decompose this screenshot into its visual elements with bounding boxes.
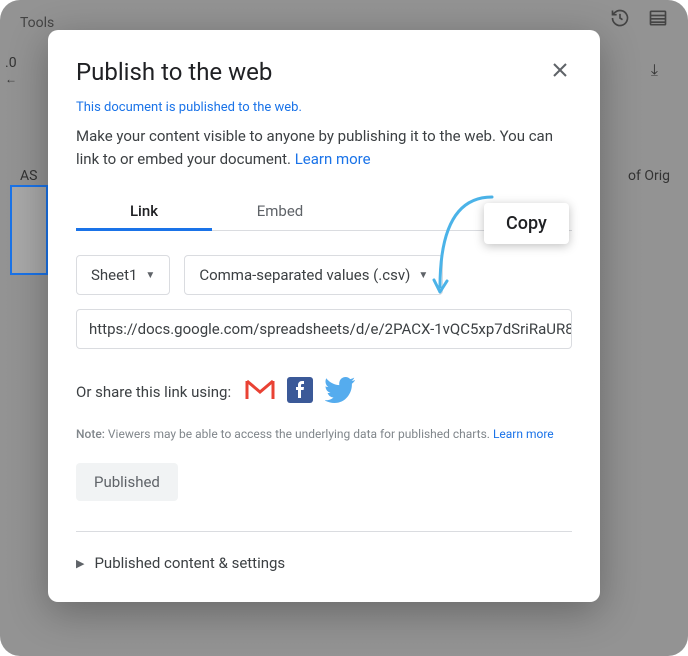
expand-caret-icon: ▶	[76, 557, 84, 570]
menu-tools[interactable]: Tools	[20, 15, 54, 31]
publish-dialog: Publish to the web This document is publ…	[48, 30, 600, 602]
dialog-title: Publish to the web	[76, 58, 272, 86]
dialog-description: Make your content visible to anyone by p…	[76, 125, 572, 170]
expander-label: Published content & settings	[94, 554, 285, 572]
column-header-right: of Orig	[628, 168, 670, 184]
divider	[76, 531, 572, 532]
sheet-dropdown-label: Sheet1	[91, 266, 137, 284]
chevron-down-icon: ▼	[418, 270, 428, 281]
published-settings-expander[interactable]: ▶ Published content & settings	[76, 554, 572, 582]
column-header-left: AS	[20, 168, 37, 184]
gmail-icon[interactable]	[245, 379, 275, 405]
format-dropdown[interactable]: Comma-separated values (.csv) ▼	[184, 255, 443, 295]
selected-cell-outline	[10, 185, 48, 275]
facebook-icon[interactable]	[287, 377, 313, 407]
download-icon[interactable]: ⤓	[651, 60, 658, 80]
tab-embed[interactable]: Embed	[212, 192, 348, 230]
format-decimal[interactable]: .0 ←	[5, 55, 17, 87]
note-text: Note: Viewers may be able to access the …	[76, 427, 572, 441]
close-button[interactable]	[548, 58, 572, 82]
share-label: Or share this link using:	[76, 383, 231, 401]
list-icon[interactable]	[648, 8, 668, 32]
toolbar-right-icons	[610, 8, 668, 32]
chevron-down-icon: ▼	[145, 270, 155, 281]
learn-more-link[interactable]: Learn more	[295, 150, 371, 168]
close-icon	[553, 63, 567, 77]
published-notice: This document is published to the web.	[76, 100, 572, 115]
tab-link[interactable]: Link	[76, 192, 212, 230]
history-icon[interactable]	[610, 8, 630, 32]
twitter-icon[interactable]	[325, 377, 355, 407]
sheet-dropdown[interactable]: Sheet1 ▼	[76, 255, 170, 295]
copy-callout: Copy	[484, 203, 569, 244]
published-button[interactable]: Published	[76, 463, 178, 501]
note-learn-more-link[interactable]: Learn more	[493, 427, 554, 441]
published-url-field[interactable]: https://docs.google.com/spreadsheets/d/e…	[76, 309, 572, 349]
format-dropdown-label: Comma-separated values (.csv)	[199, 266, 410, 284]
